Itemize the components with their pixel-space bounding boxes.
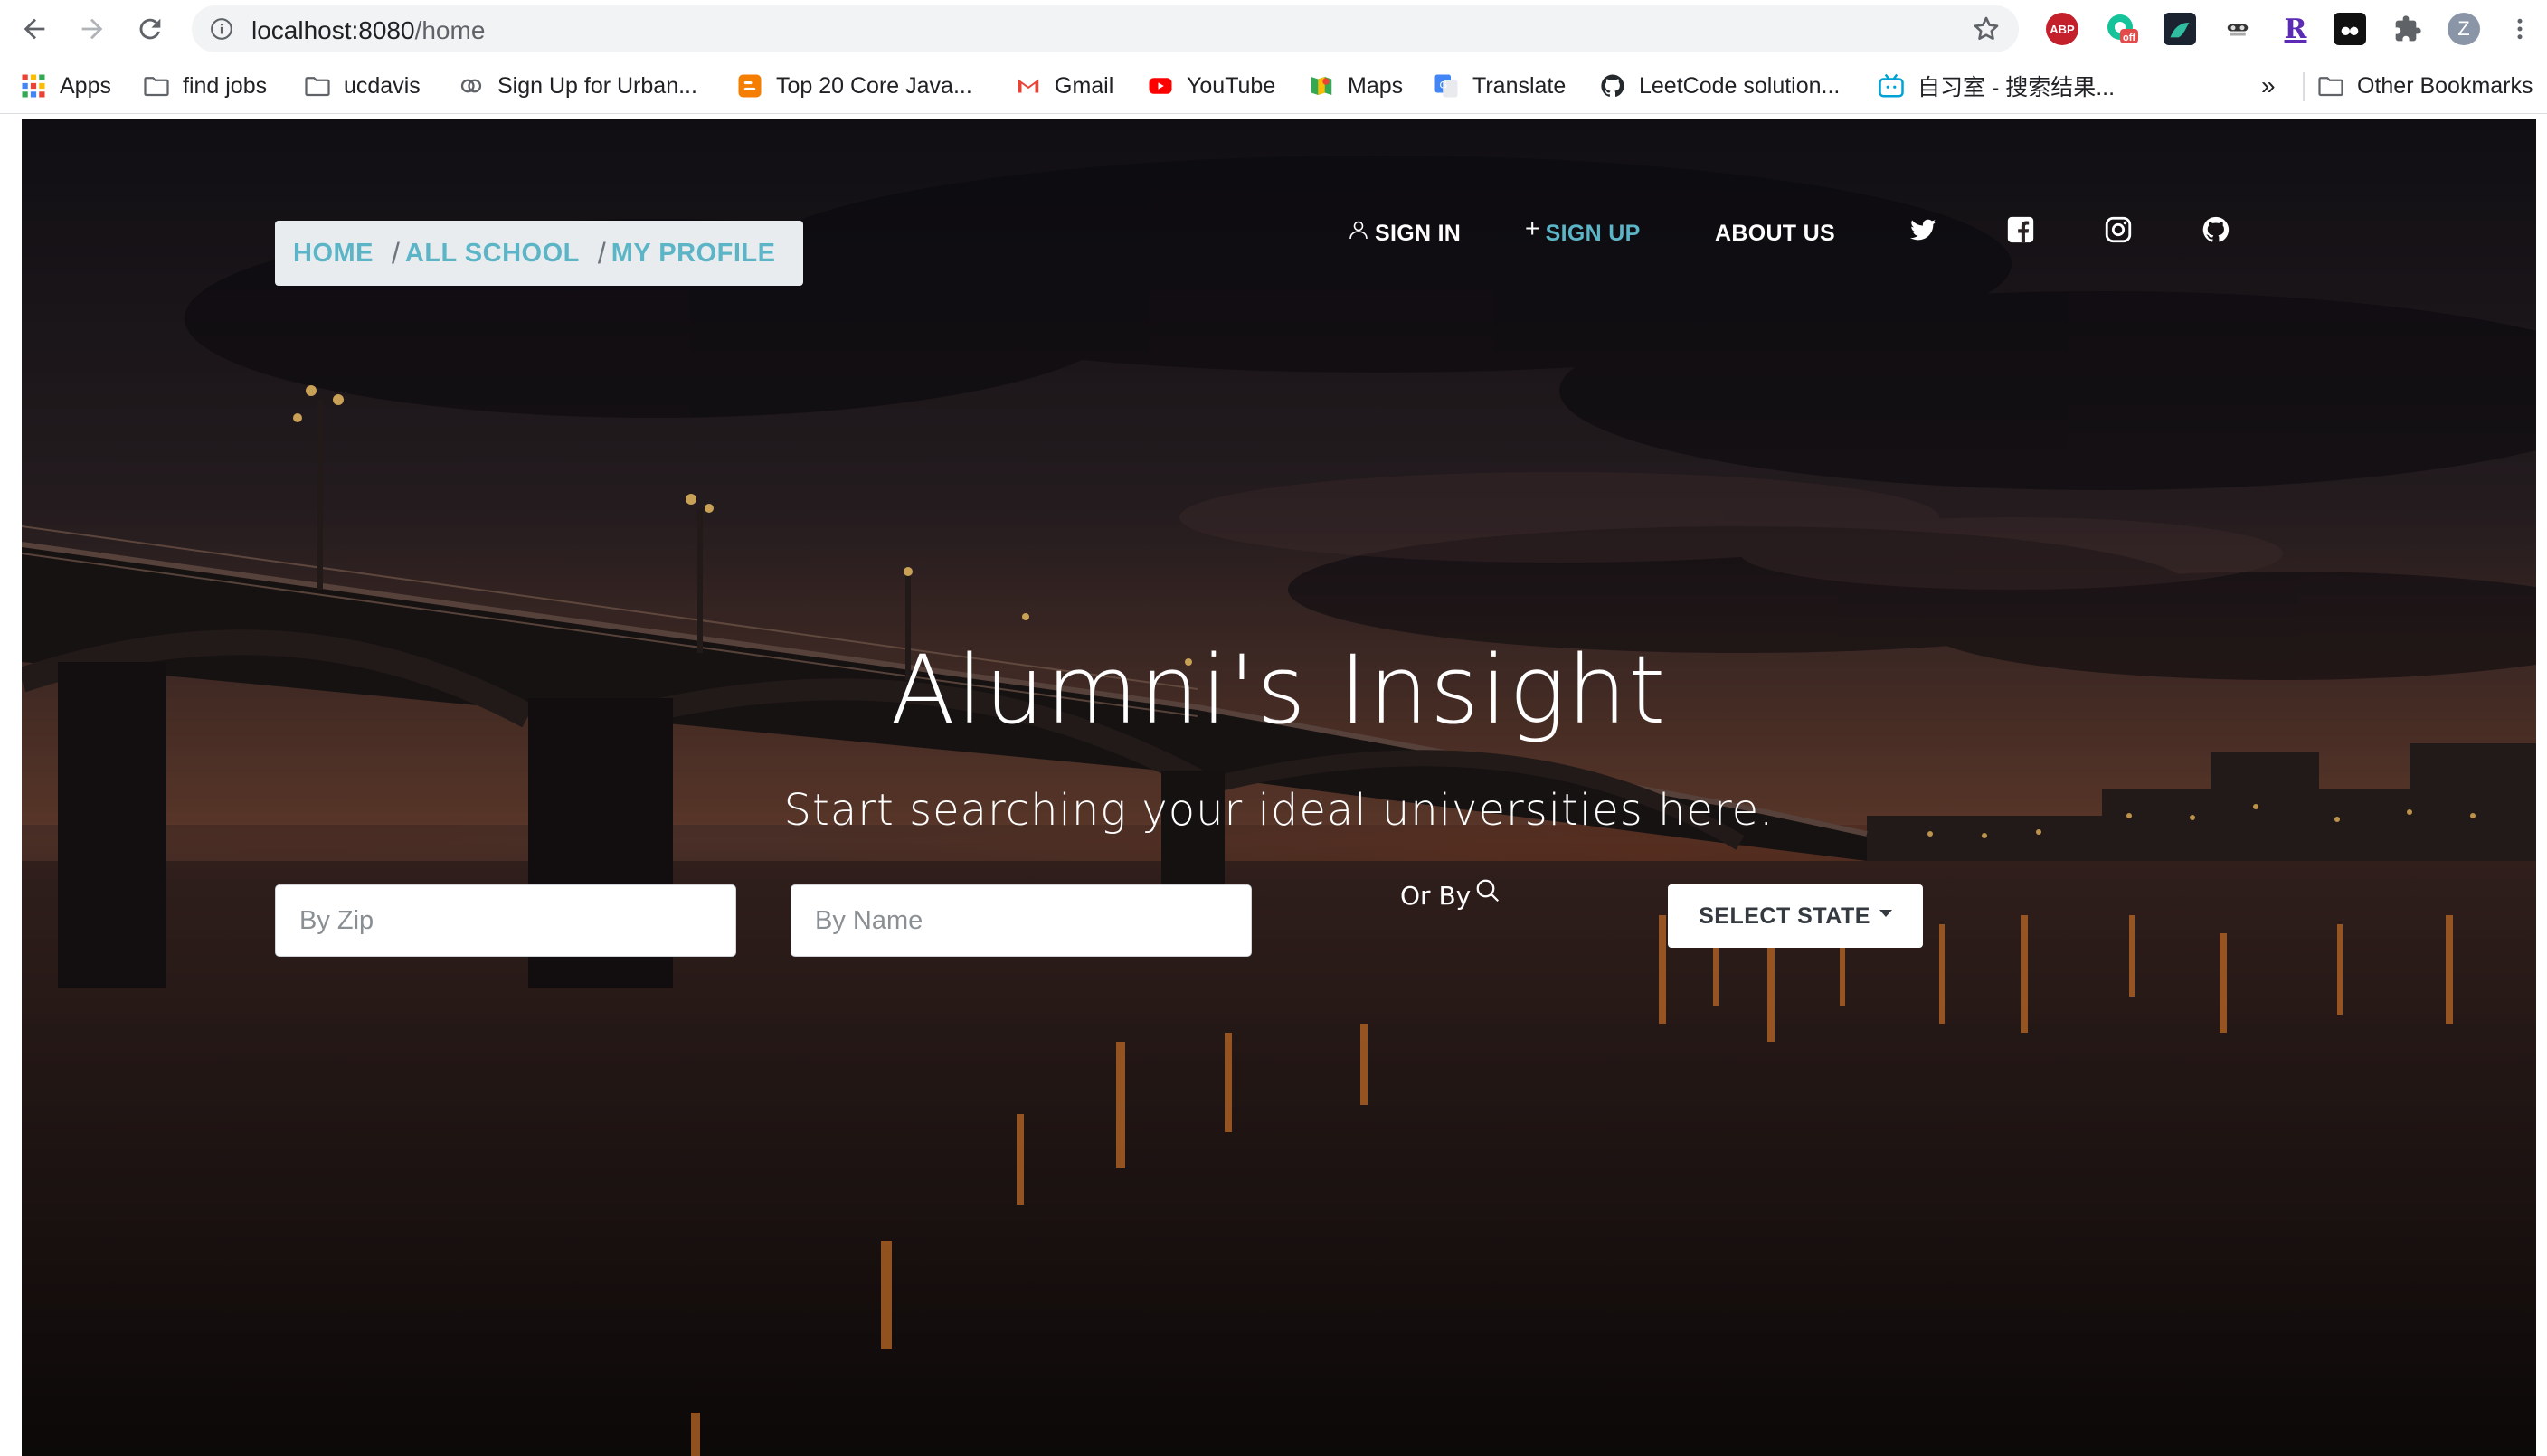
grammarly-icon[interactable]: off [2106, 13, 2138, 45]
svg-text:off: off [2123, 33, 2135, 43]
hero-title: Alumni's Insight [890, 635, 1668, 745]
instagram-icon[interactable] [2102, 213, 2135, 246]
bookmarks-overflow-button[interactable]: » [2261, 71, 2276, 101]
blogger-icon [736, 72, 763, 99]
menu-kebab-icon[interactable] [2504, 13, 2536, 45]
bookmark-maps[interactable]: Maps [1308, 71, 1403, 101]
bookmark-find-jobs[interactable]: find jobs [143, 71, 267, 101]
user-icon [1349, 221, 1368, 240]
dark-reader-icon[interactable] [2164, 13, 2196, 45]
folder-icon [304, 72, 331, 99]
breadcrumb-all-school[interactable]: ALL SCHOOL [405, 239, 580, 269]
bookmark-urban[interactable]: Sign Up for Urban... [458, 71, 697, 101]
facebook-icon[interactable] [2004, 213, 2037, 246]
bookmark-gmail[interactable]: Gmail [1015, 71, 1113, 101]
twitter-icon[interactable] [1907, 213, 1939, 246]
spy-extension-icon[interactable] [2221, 13, 2254, 45]
bookmark-leetcode[interactable]: LeetCode solution... [1599, 71, 1840, 101]
bookmarks-divider [2303, 72, 2305, 101]
bookmark-translate[interactable]: G Translate [1433, 71, 1566, 101]
bookmark-other-bookmarks[interactable]: Other Bookmarks [2317, 71, 2533, 101]
select-state-dropdown[interactable]: SELECT STATE [1668, 884, 1923, 948]
sign-up-link[interactable]: + SIGN UP [1525, 212, 1641, 255]
name-search-input[interactable] [791, 884, 1252, 957]
forward-icon[interactable] [74, 11, 110, 47]
r-extension-icon[interactable]: R [2279, 13, 2312, 45]
or-by-label: Or By [1400, 879, 1501, 911]
github-icon [1599, 72, 1626, 99]
reload-icon[interactable] [132, 11, 168, 47]
about-us-link[interactable]: ABOUT US [1715, 212, 1835, 255]
gmail-icon [1015, 72, 1042, 99]
bookmark-ucdavis[interactable]: ucdavis [304, 71, 421, 101]
bookmark-youtube[interactable]: YouTube [1147, 71, 1275, 101]
folder-icon [2317, 72, 2344, 99]
back-icon[interactable] [16, 11, 52, 47]
hero-subtitle: Start searching your ideal universities … [783, 785, 1775, 836]
hero-section: HOME / ALL SCHOOL / MY PROFILE SIGN IN +… [22, 119, 2536, 1456]
youtube-icon [1147, 72, 1174, 99]
svg-text:G: G [1440, 80, 1448, 91]
bookmark-star-icon[interactable] [1972, 14, 2001, 43]
sign-in-link[interactable]: SIGN IN [1348, 212, 1461, 255]
breadcrumb-my-profile[interactable]: MY PROFILE [611, 239, 776, 269]
breadcrumb: HOME / ALL SCHOOL / MY PROFILE [275, 221, 803, 286]
plus-icon: + [1525, 214, 1540, 242]
bookmark-core-java[interactable]: Top 20 Core Java... [736, 71, 972, 101]
breadcrumb-home[interactable]: HOME [293, 239, 374, 269]
bookmark-bilibili[interactable]: 自习室 - 搜索结果... [1878, 71, 2115, 101]
tampermonkey-icon[interactable] [2334, 13, 2366, 45]
github-icon[interactable] [2200, 213, 2232, 246]
maps-icon [1308, 72, 1335, 99]
caret-down-icon [1879, 910, 1892, 917]
adblock-plus-icon[interactable]: ABP [2046, 13, 2078, 45]
zip-search-input[interactable] [275, 884, 736, 957]
apps-grid-icon [20, 72, 47, 99]
bookmarks-bar: Apps find jobs ucdavis Sign Up for Urban… [0, 58, 2547, 114]
link-icon [458, 72, 485, 99]
url-text[interactable]: localhost:8080/home [251, 16, 485, 45]
breadcrumb-separator: / [392, 236, 400, 269]
search-icon [1476, 879, 1500, 902]
bilibili-icon [1878, 72, 1905, 99]
browser-toolbar: localhost:8080/home ABP off R Z [0, 0, 2547, 58]
extensions-puzzle-icon[interactable] [2391, 13, 2424, 45]
profile-avatar[interactable]: Z [2448, 13, 2480, 45]
bookmark-apps[interactable]: Apps [20, 71, 111, 101]
address-bar[interactable]: localhost:8080/home [192, 5, 2019, 52]
breadcrumb-separator: / [597, 236, 606, 269]
site-info-icon[interactable] [210, 17, 233, 41]
translate-icon: G [1433, 72, 1460, 99]
folder-icon [143, 72, 170, 99]
